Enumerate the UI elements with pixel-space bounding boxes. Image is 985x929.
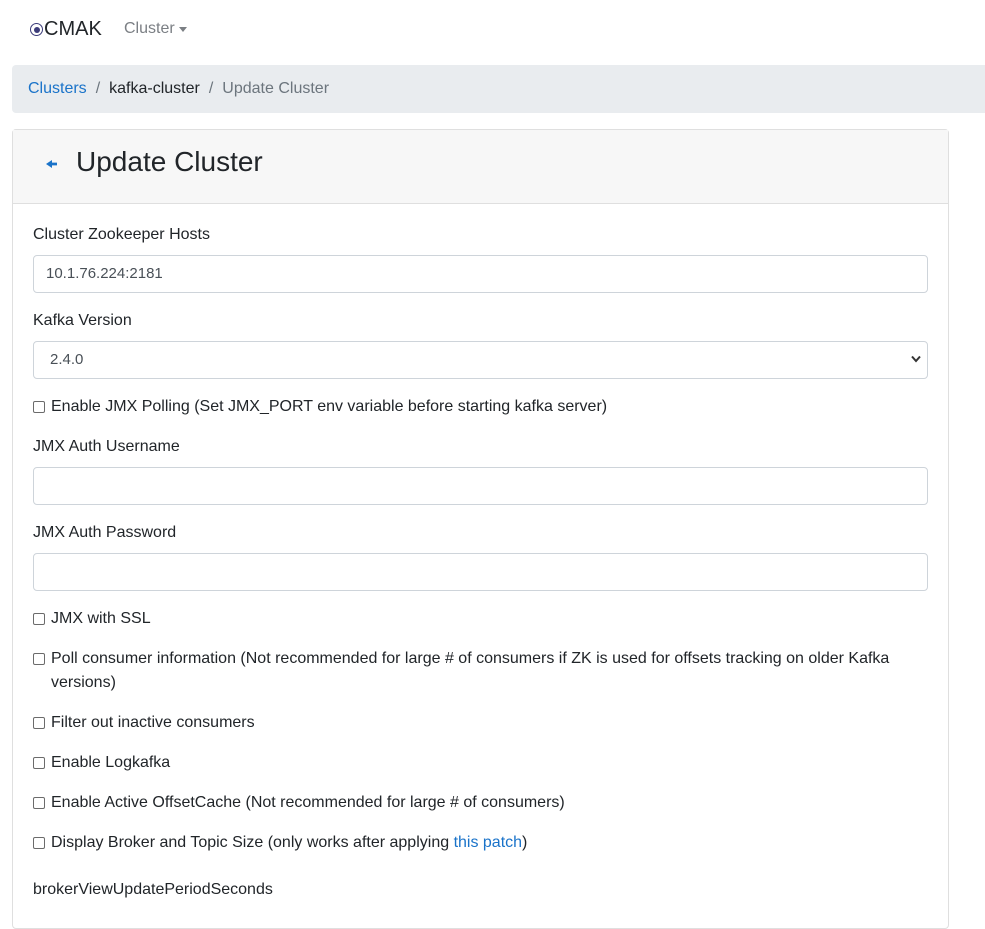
display-size-checkbox[interactable] <box>33 837 45 849</box>
logkafka-option: Enable Logkafka <box>33 751 913 775</box>
jmx-user-label: JMX Auth Username <box>33 438 180 455</box>
jmx-ssl-option: JMX with SSL <box>33 607 913 631</box>
caret-down-icon <box>178 27 187 32</box>
filter-inactive-option: Filter out inactive consumers <box>33 711 913 735</box>
page-title: Update Cluster <box>76 146 263 177</box>
broker-view-label: brokerViewUpdatePeriodSeconds <box>33 881 273 898</box>
logkafka-label: Enable Logkafka <box>51 754 171 771</box>
filter-inactive-label: Filter out inactive consumers <box>51 714 255 731</box>
poll-consumer-label: Poll consumer information (Not recommend… <box>51 650 890 691</box>
patch-link[interactable]: this patch <box>454 834 522 851</box>
breadcrumb-separator: / <box>95 80 101 97</box>
brand[interactable]: CMAK <box>30 18 102 41</box>
cluster-menu-label: Cluster <box>124 20 175 37</box>
zk-hosts-label: Cluster Zookeeper Hosts <box>33 226 210 243</box>
breadcrumb-cluster-name[interactable]: kafka-cluster <box>109 80 200 98</box>
cluster-menu-dropdown[interactable]: Cluster <box>124 20 187 38</box>
card-header: Update Cluster <box>13 130 948 204</box>
logkafka-checkbox[interactable] <box>33 757 45 769</box>
breadcrumb: Clusters / kafka-cluster / Update Cluste… <box>12 65 985 113</box>
kafka-version-value: 2.4.0 <box>50 351 84 368</box>
breadcrumb-current: Update Cluster <box>222 80 330 97</box>
kafka-version-label: Kafka Version <box>33 312 132 329</box>
zk-hosts-input[interactable]: 10.1.76.224:2181 <box>33 255 928 293</box>
jmx-ssl-checkbox[interactable] <box>33 613 45 625</box>
top-navbar: CMAK Cluster <box>0 0 985 60</box>
offset-cache-option: Enable Active OffsetCache (Not recommend… <box>33 791 913 815</box>
filter-inactive-checkbox[interactable] <box>33 717 45 729</box>
display-size-text: Display Broker and Topic Size (only work… <box>51 834 454 851</box>
chevron-down-icon <box>911 355 921 363</box>
back-arrow-icon[interactable] <box>46 159 58 169</box>
update-cluster-card: Update Cluster Cluster Zookeeper Hosts 1… <box>12 129 949 929</box>
jmx-user-input[interactable] <box>33 467 928 505</box>
offset-cache-checkbox[interactable] <box>33 797 45 809</box>
display-size-option: Display Broker and Topic Size (only work… <box>33 831 913 855</box>
kafka-version-select[interactable]: 2.4.0 <box>33 341 928 379</box>
cmak-logo-icon <box>30 23 43 36</box>
display-size-label: Display Broker and Topic Size (only work… <box>51 831 527 855</box>
jmx-polling-option: Enable JMX Polling (Set JMX_PORT env var… <box>33 395 913 419</box>
jmx-polling-label: Enable JMX Polling (Set JMX_PORT env var… <box>51 398 608 415</box>
brand-name: CMAK <box>44 18 102 40</box>
breadcrumb-separator: / <box>208 80 214 97</box>
display-size-suffix: ) <box>522 834 528 851</box>
breadcrumb-clusters-link[interactable]: Clusters <box>28 80 87 98</box>
poll-consumer-checkbox[interactable] <box>33 653 45 665</box>
poll-consumer-option: Poll consumer information (Not recommend… <box>33 647 913 695</box>
jmx-ssl-label: JMX with SSL <box>51 610 151 627</box>
jmx-pass-input[interactable] <box>33 553 928 591</box>
jmx-polling-checkbox[interactable] <box>33 401 45 413</box>
jmx-pass-label: JMX Auth Password <box>33 524 177 541</box>
offset-cache-label: Enable Active OffsetCache (Not recommend… <box>51 794 565 811</box>
